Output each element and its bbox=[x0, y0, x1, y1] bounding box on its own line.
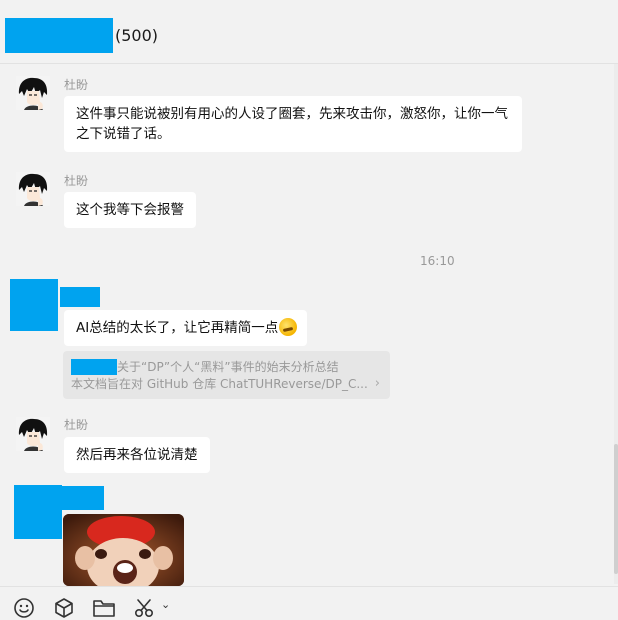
message-bubble[interactable]: 这个我等下会报警 bbox=[64, 192, 196, 228]
emoji-button[interactable] bbox=[11, 595, 37, 620]
sender-name-redacted bbox=[60, 486, 104, 510]
emoji-sticker-icon bbox=[279, 318, 298, 336]
cube-button[interactable] bbox=[51, 595, 77, 620]
avatar-redacted[interactable] bbox=[14, 485, 62, 539]
folder-button[interactable] bbox=[91, 595, 117, 620]
chevron-right-icon: › bbox=[374, 376, 380, 391]
scissors-icon bbox=[134, 599, 154, 618]
cube-icon bbox=[55, 598, 73, 618]
message-bubble[interactable]: 这件事只能说被别有用心的人设了圈套，先来攻击你，激怒你，让你一气之下说错了话。 bbox=[64, 96, 522, 152]
folder-icon bbox=[93, 600, 115, 617]
sender-name: 杜盼 bbox=[64, 174, 89, 188]
avatar[interactable] bbox=[16, 76, 50, 110]
sender-name-redacted bbox=[60, 287, 100, 307]
screenshot-button[interactable] bbox=[131, 595, 157, 620]
avatar-redacted[interactable] bbox=[10, 279, 58, 331]
message-bubble[interactable]: 然后再来各位说清楚 bbox=[64, 437, 210, 473]
avatar[interactable] bbox=[16, 172, 50, 206]
scrollbar[interactable] bbox=[614, 64, 618, 584]
quote-body: 本文档旨在对 GitHub 仓库 ChatTUHReverse/DP_C... bbox=[71, 377, 368, 391]
emoji-icon bbox=[14, 598, 34, 618]
avatar[interactable] bbox=[16, 417, 50, 451]
quote-title: 关于“DP”个人“黑料”事件的始末分析总结 bbox=[117, 360, 339, 374]
chat-header: (500) bbox=[0, 0, 618, 64]
quote-sender-redacted bbox=[71, 359, 117, 375]
member-count: (500) bbox=[115, 26, 159, 45]
sender-name: 杜盼 bbox=[64, 418, 89, 432]
sender-name: 杜盼 bbox=[64, 78, 89, 92]
message-bubble[interactable]: AI总结的太长了，让它再精简一点 bbox=[64, 310, 308, 346]
group-name-redacted bbox=[5, 18, 113, 53]
timestamp: 16:10 bbox=[420, 254, 455, 268]
chevron-down-icon[interactable]: ⌄ bbox=[161, 598, 170, 611]
chat-window: (500) 杜盼 这件事只能说被别有用心的人设了圈套，先来攻击你，激怒你，让你一… bbox=[0, 0, 618, 620]
scrollbar-thumb[interactable] bbox=[614, 444, 618, 574]
message-text: AI总结的太长了，让它再精简一点 bbox=[76, 320, 279, 336]
input-toolbar: ⌄ bbox=[0, 586, 618, 620]
sticker-image[interactable] bbox=[63, 514, 184, 586]
quote-card[interactable]: 关于“DP”个人“黑料”事件的始末分析总结 本文档旨在对 GitHub 仓库 C… bbox=[63, 351, 390, 399]
